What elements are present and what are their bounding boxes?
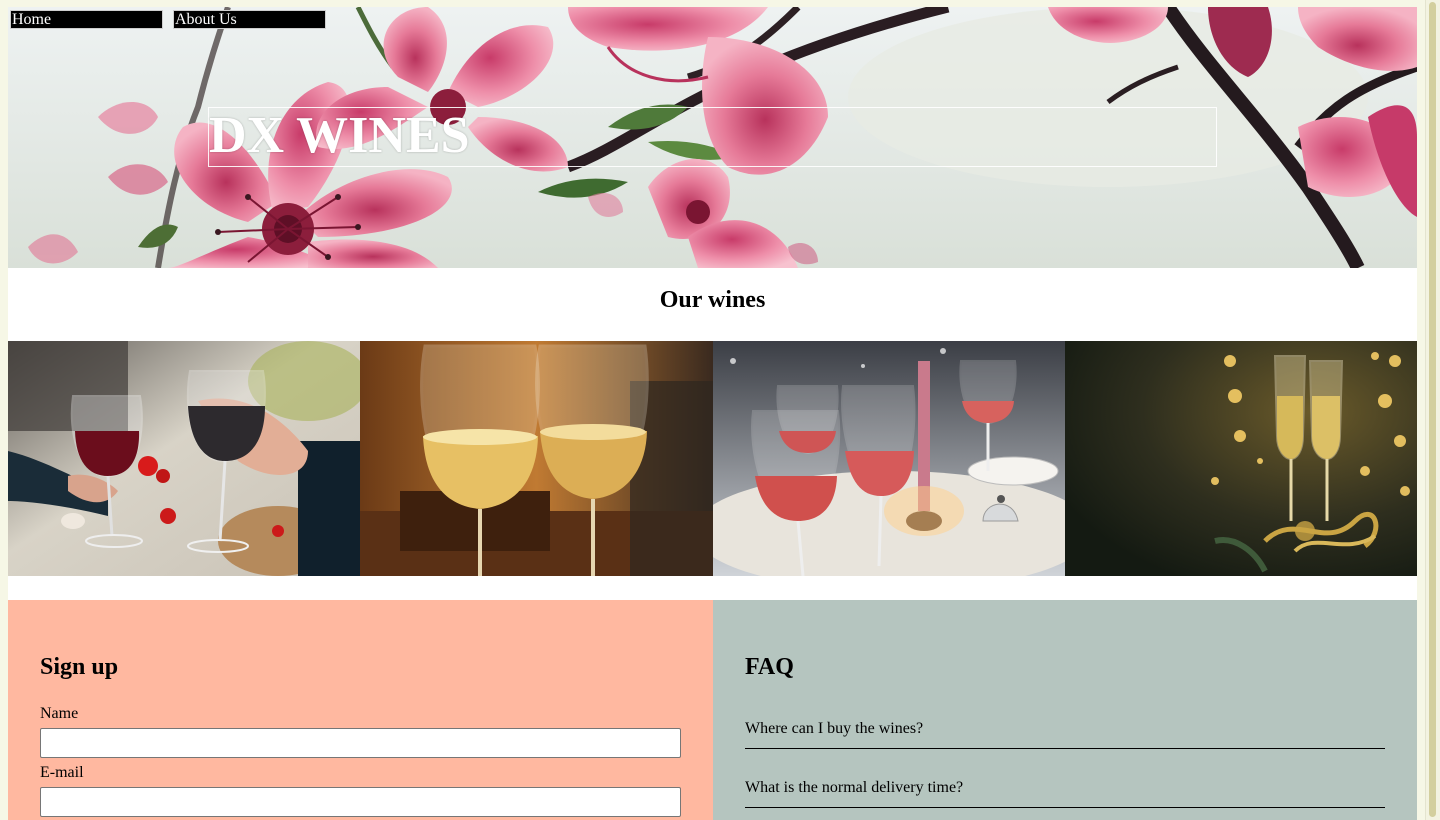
nav-about-us-link[interactable]: About Us — [173, 10, 326, 29]
brand-title: DX WINES — [209, 107, 470, 164]
faq-item-where-to-buy[interactable]: Where can I buy the wines? — [745, 719, 1385, 749]
nav-home-link[interactable]: Home — [10, 10, 163, 29]
hero-banner: Home About Us DX WINES — [8, 7, 1417, 268]
wine-gallery — [8, 341, 1417, 576]
faq-heading: FAQ — [745, 654, 794, 680]
champagne-flutes-photo — [1064, 341, 1417, 576]
brand-title-box: DX WINES — [208, 107, 1217, 167]
page: Home About Us DX WINES Our wines Sign up… — [8, 7, 1417, 820]
scrollbar-thumb[interactable] — [1429, 2, 1436, 817]
red-wine-toast-photo — [8, 341, 361, 576]
name-label: Name — [40, 705, 79, 722]
signup-heading: Sign up — [40, 654, 119, 680]
signup-panel: Sign up Name E-mail — [8, 600, 713, 820]
email-input[interactable] — [40, 787, 681, 817]
faq-panel: FAQ Where can I buy the wines? What is t… — [713, 600, 1417, 820]
page-scrollbar[interactable] — [1425, 0, 1440, 820]
rose-wine-table-photo — [712, 341, 1065, 576]
white-wine-glasses-photo — [360, 341, 713, 576]
email-label: E-mail — [40, 764, 84, 781]
main-nav: Home About Us — [10, 10, 326, 29]
faq-item-delivery-time[interactable]: What is the normal delivery time? — [745, 778, 1385, 808]
name-input[interactable] — [40, 728, 681, 758]
wines-section-title: Our wines — [659, 287, 766, 313]
